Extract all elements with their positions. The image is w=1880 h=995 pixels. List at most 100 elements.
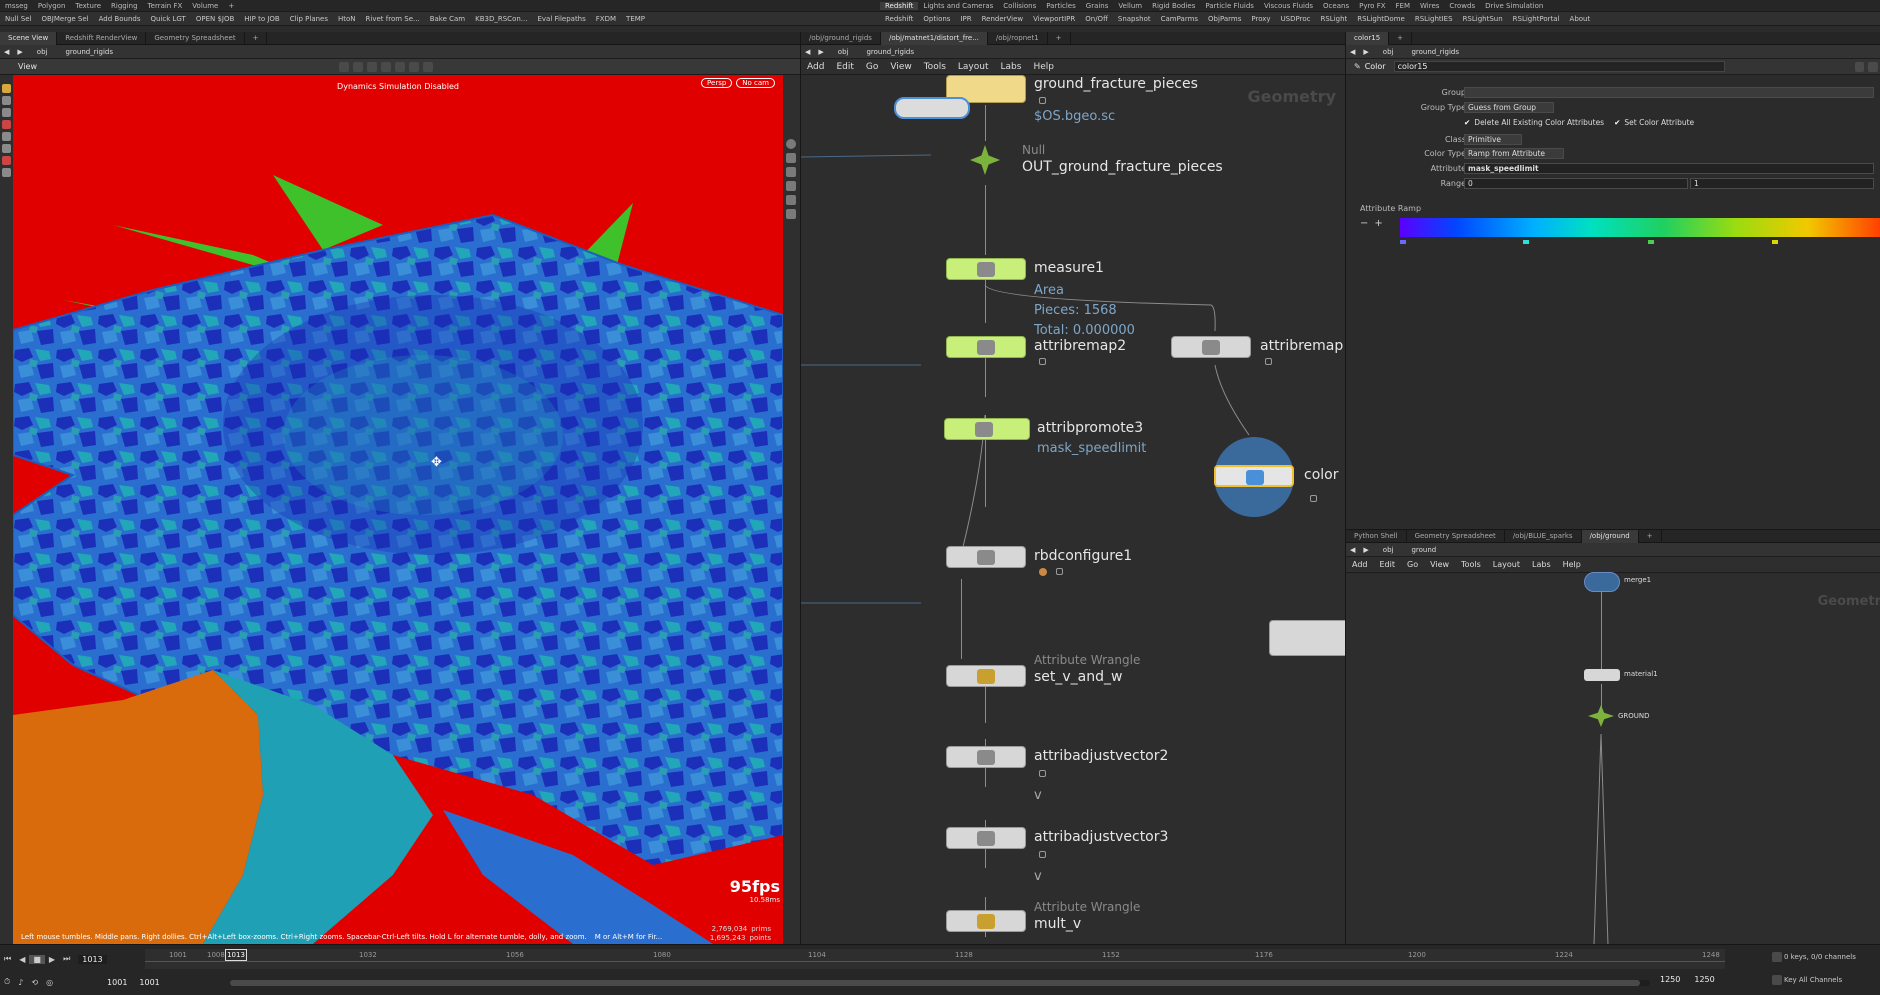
shelf-tab[interactable]: Terrain FX — [143, 2, 188, 10]
handle-icon[interactable] — [338, 61, 349, 72]
menu-view[interactable]: View — [884, 62, 917, 72]
node-mult-v[interactable] — [946, 910, 1026, 932]
shelf-tab[interactable]: Wires — [1415, 2, 1444, 10]
range-slider-fill[interactable] — [230, 980, 1640, 986]
shelf-tool[interactable]: About — [1565, 15, 1596, 23]
shelf-tool[interactable]: Proxy — [1246, 15, 1275, 23]
range-slider[interactable] — [230, 980, 1650, 986]
shelf-tab[interactable]: Drive Simulation — [1480, 2, 1548, 10]
add-shelf-icon[interactable]: + — [223, 2, 239, 10]
forward-arrow-icon[interactable]: ▶ — [1359, 546, 1372, 554]
path-obj[interactable]: obj — [1373, 48, 1404, 56]
camera-icon[interactable] — [366, 61, 377, 72]
camera-menu[interactable]: No cam — [736, 78, 775, 88]
shading-icon[interactable] — [408, 61, 419, 72]
shelf-tool[interactable]: FXDM — [591, 15, 621, 23]
add-tab-icon[interactable]: + — [1389, 31, 1413, 45]
ramp-key[interactable] — [1648, 240, 1654, 244]
tab-blue-sparks[interactable]: /obj/BLUE_sparks — [1505, 530, 1582, 543]
help-icon[interactable] — [1868, 61, 1879, 72]
magnet-tool-icon[interactable] — [2, 156, 11, 165]
back-arrow-icon[interactable]: ◀ — [1346, 48, 1359, 56]
shelf-tool[interactable]: CamParms — [1156, 15, 1203, 23]
shelf-tool[interactable]: Redshift — [880, 15, 918, 23]
checkmark-icon[interactable]: ✔ — [1604, 118, 1624, 127]
node-attribremap[interactable] — [1171, 336, 1251, 358]
node-attribremap2[interactable] — [946, 336, 1026, 358]
menu-go[interactable]: Go — [860, 62, 884, 72]
tab-network[interactable]: /obj/ground_rigids — [801, 32, 881, 45]
node-attribadjustvector3[interactable] — [946, 827, 1026, 849]
menu-layout[interactable]: Layout — [952, 62, 995, 72]
guide-icon[interactable] — [786, 195, 796, 205]
menu-tools[interactable]: Tools — [918, 62, 952, 72]
ramp-key[interactable] — [1772, 240, 1778, 244]
shelf-tab[interactable]: msseg — [0, 2, 33, 10]
tab-network[interactable]: /obj/ropnet1 — [988, 32, 1048, 45]
group-field[interactable] — [1464, 87, 1874, 98]
shelf-tool[interactable]: USDProc — [1276, 15, 1316, 23]
viewport-3d[interactable]: Dynamics Simulation Disabled Persp No ca… — [13, 75, 783, 944]
display-icon[interactable] — [394, 61, 405, 72]
shelf-tool[interactable]: RSLightSun — [1458, 15, 1508, 23]
back-arrow-icon[interactable]: ◀ — [0, 48, 13, 56]
path-ground-rigids[interactable]: ground_rigids — [1403, 48, 1467, 56]
current-frame-field[interactable]: 1013 — [78, 954, 107, 964]
path-obj[interactable]: obj — [27, 48, 58, 56]
record-icon[interactable] — [422, 61, 433, 72]
skip-start-icon[interactable]: ⏮ — [0, 954, 15, 964]
shelf-tab[interactable]: Texture — [70, 2, 106, 10]
color-type-select[interactable]: Ramp from Attribute — [1464, 148, 1564, 159]
forward-arrow-icon[interactable]: ▶ — [814, 48, 827, 56]
play-icon[interactable]: ▶ — [45, 955, 59, 964]
shelf-tool[interactable]: Clip Planes — [285, 15, 333, 23]
ramp-key[interactable] — [1523, 240, 1529, 244]
range-min-field[interactable]: 0 — [1464, 178, 1688, 189]
frame-icon[interactable] — [786, 153, 796, 163]
shelf-tool[interactable]: RSLightIES — [1410, 15, 1458, 23]
shelf-tool[interactable]: OPEN $JOB — [191, 15, 239, 23]
shelf-tab[interactable]: Lights and Cameras — [918, 2, 998, 10]
tab-renderview[interactable]: Redshift RenderView — [57, 31, 147, 45]
menu-help[interactable]: Help — [1557, 560, 1587, 569]
path-obj[interactable]: obj — [1373, 546, 1404, 554]
add-key-icon[interactable]: + — [1374, 218, 1382, 229]
shelf-tool[interactable]: Add Bounds — [94, 15, 146, 23]
ramp-key[interactable] — [1400, 240, 1406, 244]
node-merge1[interactable] — [1584, 572, 1620, 592]
remove-key-icon[interactable]: − — [1360, 218, 1374, 229]
start-frame-field-2[interactable]: 1001 — [139, 978, 159, 987]
shelf-tool[interactable]: Quick LGT — [145, 15, 190, 23]
add-tab-icon[interactable]: + — [1048, 32, 1071, 45]
menu-edit[interactable]: Edit — [1374, 560, 1402, 569]
class-select[interactable]: Primitive — [1464, 134, 1522, 145]
node-color[interactable] — [1214, 465, 1294, 487]
keys-icon[interactable] — [1772, 952, 1782, 962]
node-attribadjustvector2[interactable] — [946, 746, 1026, 768]
tab-network[interactable]: /obj/matnet1/distort_fre... — [880, 32, 988, 45]
timeline-track[interactable]: 1001 1008 1032 1056 1080 1104 1128 1152 … — [145, 949, 1725, 969]
shelf-tab[interactable]: Vellum — [1113, 2, 1147, 10]
select-tool-icon[interactable] — [2, 84, 11, 93]
shelf-tool[interactable]: Options — [918, 15, 955, 23]
path-ground-rigids[interactable]: ground_rigids — [858, 48, 922, 56]
menu-go[interactable]: Go — [1401, 560, 1424, 569]
shelf-tool[interactable]: ObjParms — [1203, 15, 1246, 23]
shelf-tab[interactable]: Rigid Bodies — [1147, 2, 1200, 10]
menu-labs[interactable]: Labs — [1526, 560, 1557, 569]
snap-point-icon[interactable] — [786, 181, 796, 191]
move-tool-icon[interactable] — [2, 96, 11, 105]
network2-canvas[interactable]: Geometr merge1 material1 GROUND — [1346, 572, 1880, 944]
shelf-tab[interactable]: Volume — [187, 2, 223, 10]
view-tool-icon[interactable] — [2, 168, 11, 177]
shelf-tab[interactable]: Crowds — [1444, 2, 1480, 10]
checkmark-icon[interactable]: ✔ — [1464, 118, 1474, 127]
shelf-tool[interactable]: HtoN — [333, 15, 361, 23]
play-reverse-icon[interactable]: ◀ — [15, 955, 29, 964]
snap-icon[interactable] — [352, 61, 363, 72]
gear-icon[interactable] — [1854, 61, 1865, 72]
shelf-tool[interactable]: RSLightDome — [1352, 15, 1410, 23]
shelf-tool[interactable]: On/Off — [1080, 15, 1113, 23]
color-ramp[interactable] — [1400, 218, 1880, 237]
node-set-v-and-w[interactable] — [946, 665, 1026, 687]
